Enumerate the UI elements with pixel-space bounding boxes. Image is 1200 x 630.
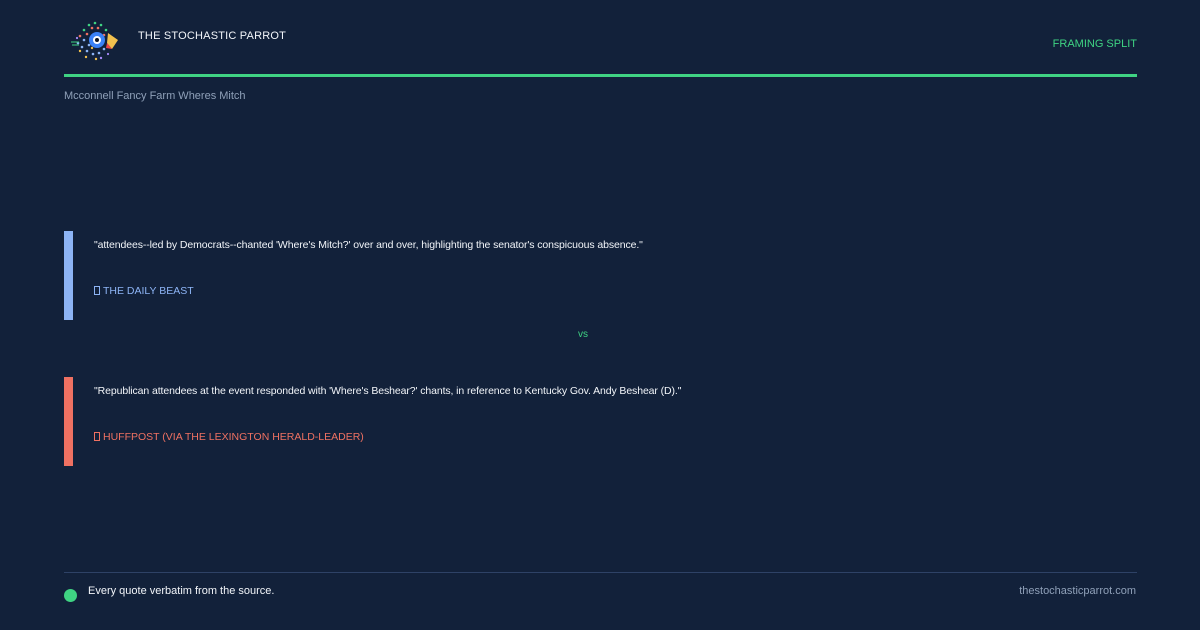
vs-label: vs xyxy=(578,329,588,340)
footer-note: Every quote verbatim from the source. xyxy=(88,585,275,597)
quote-text: "Republican attendees at the event respo… xyxy=(94,385,682,397)
quote-source: HUFFPOST (VIA THE LEXINGTON HERALD-LEADE… xyxy=(94,431,364,443)
quote-accent-bar xyxy=(64,377,73,466)
parrot-logo-icon xyxy=(71,21,118,61)
header: THE STOCHASTIC PARROT FRAMING SPLIT xyxy=(64,16,1137,66)
footer-divider xyxy=(64,572,1137,573)
source-icon xyxy=(94,432,100,441)
footer-site-link[interactable]: thestochasticparrot.com xyxy=(1019,585,1136,597)
source-label: THE DAILY BEAST xyxy=(103,285,194,297)
brand-name: THE STOCHASTIC PARROT xyxy=(138,30,287,42)
source-label: HUFFPOST (VIA THE LEXINGTON HERALD-LEADE… xyxy=(103,431,364,443)
quote-text: "attendees--led by Democrats--chanted 'W… xyxy=(94,239,643,251)
quote-source: THE DAILY BEAST xyxy=(94,285,194,297)
source-icon xyxy=(94,286,100,295)
header-divider xyxy=(64,74,1137,77)
framing-split-badge: FRAMING SPLIT xyxy=(1052,38,1137,50)
quote-card-daily-beast: "attendees--led by Democrats--chanted 'W… xyxy=(64,231,1137,320)
quote-accent-bar xyxy=(64,231,73,320)
status-dot-icon xyxy=(64,589,77,602)
topic-title: Mcconnell Fancy Farm Wheres Mitch xyxy=(64,90,246,102)
quote-card-huffpost: "Republican attendees at the event respo… xyxy=(64,377,1137,466)
